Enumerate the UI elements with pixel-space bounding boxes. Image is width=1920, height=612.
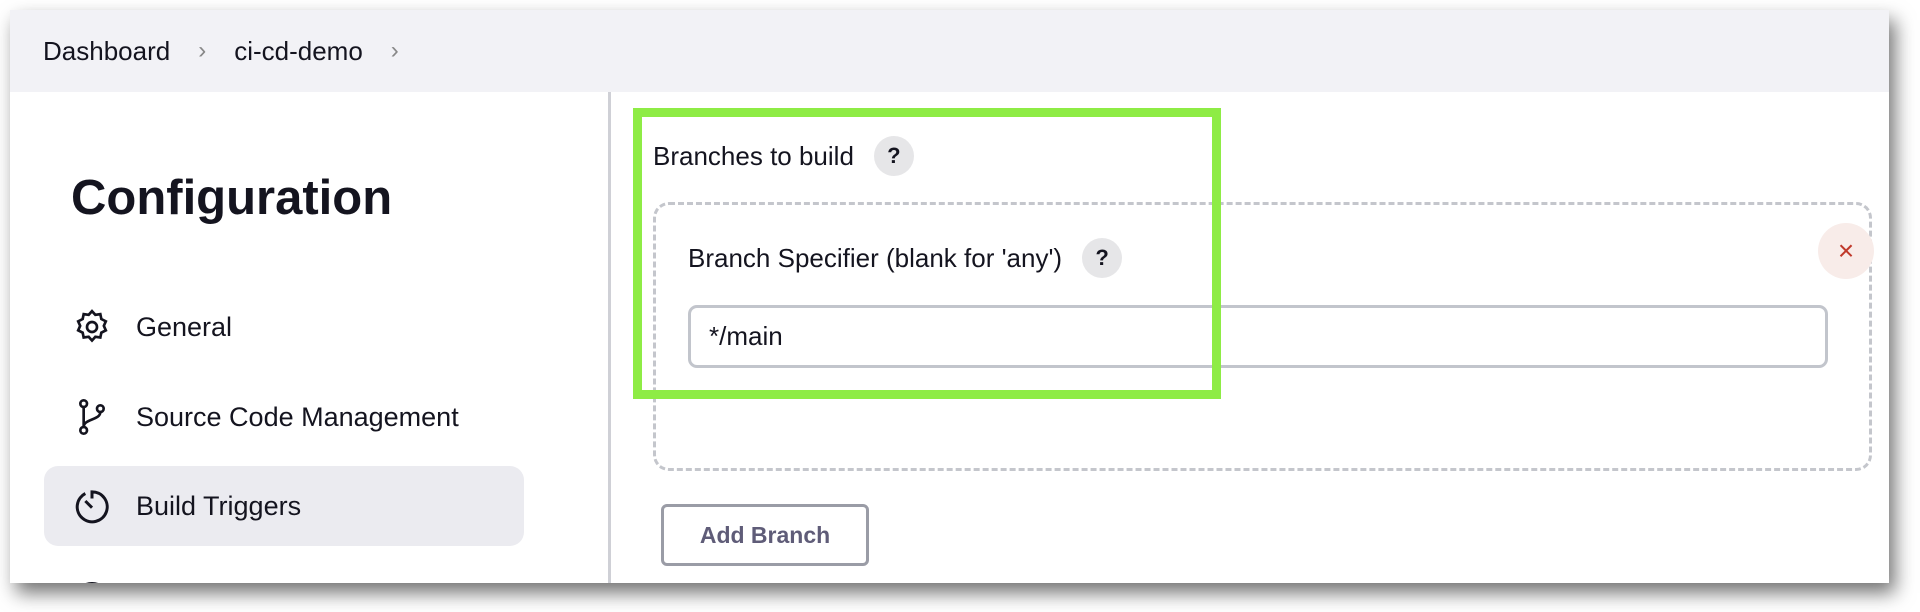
breadcrumb: Dashboard › ci-cd-demo › [10, 10, 1889, 92]
branch-specifier-input[interactable]: */main [688, 305, 1828, 368]
branches-section: Branches to build ? Branch Specifier (bl… [611, 92, 1889, 583]
gear-icon [76, 309, 108, 343]
help-icon[interactable]: ? [1082, 238, 1123, 278]
sidebar-item-build-triggers[interactable]: Build Triggers [44, 466, 524, 546]
branches-to-build-label: Branches to build ? [653, 136, 914, 176]
breadcrumb-dashboard[interactable]: Dashboard [43, 36, 170, 67]
add-branch-button[interactable]: Add Branch [661, 504, 869, 566]
sidebar: Configuration General Source Code Manage… [10, 92, 608, 583]
breadcrumb-project[interactable]: ci-cd-demo [234, 36, 363, 67]
git-branch-icon [79, 399, 106, 435]
chevron-right-icon: › [198, 37, 207, 64]
branches-to-build-text: Branches to build [653, 140, 854, 171]
branch-specifier-label: Branch Specifier (blank for 'any') ? [688, 238, 1123, 278]
app-window: Dashboard › ci-cd-demo › Configuration G… [10, 10, 1889, 583]
help-icon[interactable]: ? [873, 136, 914, 176]
globe-icon[interactable] [72, 582, 112, 583]
sidebar-item-label: General [136, 311, 233, 342]
page-title: Configuration [71, 171, 393, 225]
sidebar-item-label: Source Code Management [136, 401, 459, 432]
chevron-right-icon[interactable]: › [391, 37, 399, 65]
delete-branch-button[interactable]: × [1818, 223, 1874, 279]
sidebar-item-label: Build Triggers [136, 490, 302, 521]
branch-specifier-text: Branch Specifier (blank for 'any') [688, 242, 1063, 273]
timer-icon [75, 490, 109, 524]
sidebar-item-general[interactable]: General [44, 287, 524, 367]
sidebar-item-source-code-management[interactable]: Source Code Management [44, 377, 524, 457]
